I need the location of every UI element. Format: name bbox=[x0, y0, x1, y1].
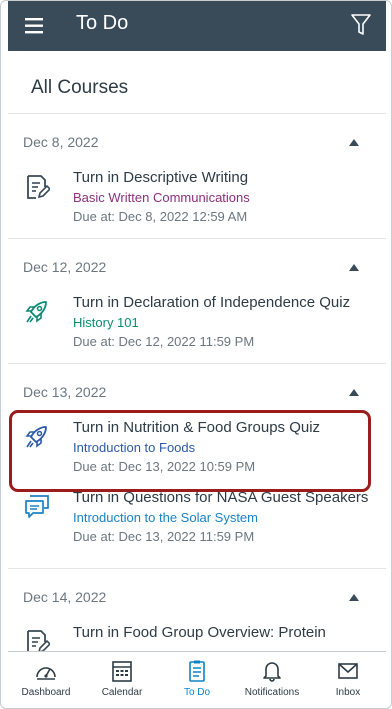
tab-notifications[interactable]: Notifications bbox=[234, 652, 310, 704]
item-course: Basic Written Communications bbox=[73, 190, 250, 205]
dashboard-icon bbox=[36, 667, 56, 680]
tab-label: Notifications bbox=[244, 687, 300, 698]
item-title: Turn in Descriptive Writing bbox=[73, 169, 249, 186]
tab-calendar[interactable]: Calendar bbox=[84, 652, 160, 704]
item-course: Introduction to the Solar System bbox=[73, 510, 258, 525]
highlight-callout bbox=[9, 410, 371, 492]
bell-icon bbox=[263, 662, 281, 682]
date-label: Dec 14, 2022 bbox=[23, 589, 107, 605]
bottom-tab-bar: Dashboard Calendar To Do Notifications I… bbox=[8, 651, 386, 703]
discussion-icon bbox=[25, 495, 49, 518]
item-title: Turn in Food Group Overview: Protein bbox=[73, 624, 326, 641]
date-header[interactable]: Dec 8, 2022 bbox=[8, 113, 386, 168]
date-header[interactable]: Dec 12, 2022 bbox=[8, 238, 386, 293]
item-title: Turn in Declaration of Independence Quiz bbox=[73, 294, 351, 311]
item-due-date: Due at: Dec 8, 2022 12:59 AM bbox=[73, 209, 248, 224]
todo-clipboard-icon bbox=[189, 660, 205, 682]
tab-label: To Do bbox=[183, 687, 211, 698]
todo-list: Dec 8, 2022 Turn in Descriptive Writing … bbox=[8, 113, 386, 693]
todo-item[interactable]: Turn in Questions for NASA Guest Speaker… bbox=[8, 488, 386, 568]
quiz-icon bbox=[25, 301, 47, 323]
collapse-arrow-icon[interactable] bbox=[348, 592, 360, 602]
tab-label: Calendar bbox=[101, 687, 143, 698]
item-due-date: Due at: Dec 12, 2022 11:59 PM bbox=[73, 334, 255, 349]
todo-item[interactable]: Turn in Declaration of Independence Quiz… bbox=[8, 293, 386, 363]
collapse-arrow-icon[interactable] bbox=[348, 137, 360, 147]
filter-icon[interactable] bbox=[350, 12, 372, 38]
item-course: History 101 bbox=[73, 315, 139, 330]
tab-label: Dashboard bbox=[21, 687, 71, 698]
date-label: Dec 12, 2022 bbox=[23, 259, 107, 275]
tab-dashboard[interactable]: Dashboard bbox=[8, 652, 84, 704]
date-label: Dec 8, 2022 bbox=[23, 134, 99, 150]
app-screen: To Do All Courses Dec 8, 2022 Turn in De… bbox=[0, 0, 392, 709]
inbox-icon bbox=[338, 663, 358, 679]
tab-todo[interactable]: To Do bbox=[159, 652, 235, 704]
calendar-icon bbox=[112, 661, 132, 682]
tab-inbox[interactable]: Inbox bbox=[310, 652, 386, 704]
header-bar: To Do bbox=[8, 1, 386, 51]
todo-item[interactable]: Turn in Descriptive Writing Basic Writte… bbox=[8, 168, 386, 238]
assignment-icon bbox=[27, 175, 50, 199]
date-header[interactable]: Dec 14, 2022 bbox=[8, 568, 386, 623]
header-title: To Do bbox=[76, 12, 129, 34]
collapse-arrow-icon[interactable] bbox=[348, 387, 360, 397]
collapse-arrow-icon[interactable] bbox=[348, 262, 360, 272]
hamburger-menu-icon[interactable] bbox=[23, 14, 47, 38]
date-label: Dec 13, 2022 bbox=[23, 384, 107, 400]
item-due-date: Due at: Dec 13, 2022 11:59 PM bbox=[73, 529, 255, 544]
page-title: All Courses bbox=[31, 77, 129, 98]
tab-label: Inbox bbox=[335, 687, 361, 698]
